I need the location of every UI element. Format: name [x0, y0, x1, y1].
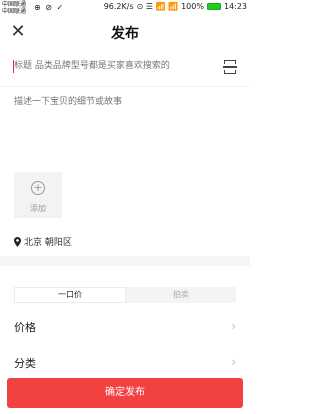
carrier-1: 中国联通 [2, 1, 27, 8]
location-text: 北京 朝阳区 [24, 238, 72, 248]
category-label: 分类 [14, 357, 36, 370]
battery-percent: 100% [181, 2, 204, 11]
chevron-right-icon: › [231, 355, 236, 369]
scan-icon-bottom [224, 70, 236, 74]
scan-icon [224, 60, 236, 64]
price-row[interactable]: 价格 › [14, 317, 236, 337]
tab-auction[interactable]: 拍卖 [126, 287, 236, 303]
divider [0, 86, 250, 87]
location-selector[interactable]: 北京 朝阳区 [14, 235, 72, 248]
price-label: 价格 [14, 321, 36, 334]
add-icon: + [31, 181, 45, 195]
scan-icon-line [223, 66, 237, 68]
signal-icons: ⊙ ☰ 📶 📶 [136, 2, 179, 11]
title-input[interactable] [14, 56, 204, 76]
category-row[interactable]: 分类 › [14, 353, 236, 373]
pricing-mode-tabs: 一口价 拍卖 [14, 287, 236, 303]
clock: 14:23 [223, 2, 247, 11]
page-title: 发布 [111, 26, 139, 42]
add-photo-label: 添加 [30, 204, 46, 213]
tab-fixed-price[interactable]: 一口价 [14, 287, 126, 303]
chevron-right-icon: › [231, 319, 236, 333]
carrier-info: 中国联通 中国联通 [2, 1, 26, 15]
status-bar: 中国联通 中国联通 ⊕ ⊘ ✓ 96.2K/s ⊙ ☰ 📶 📶 100% 14:… [0, 0, 250, 16]
add-photo-button[interactable]: + 添加 [14, 172, 62, 218]
network-speed: 96.2K/s [103, 2, 134, 11]
location-pin-icon [14, 236, 21, 247]
nav-bar: ✕ 发布 [0, 18, 250, 46]
status-right: 96.2K/s ⊙ ☰ 📶 📶 100% 14:23 [104, 2, 247, 11]
scan-button[interactable] [223, 60, 237, 74]
publish-button[interactable]: 确定发布 [7, 378, 243, 408]
battery-icon [206, 3, 221, 10]
description-input[interactable] [14, 94, 236, 154]
notification-icons: ⊕ ⊘ ✓ [34, 3, 65, 12]
section-separator [0, 256, 250, 266]
carrier-2: 中国联通 [2, 8, 27, 15]
